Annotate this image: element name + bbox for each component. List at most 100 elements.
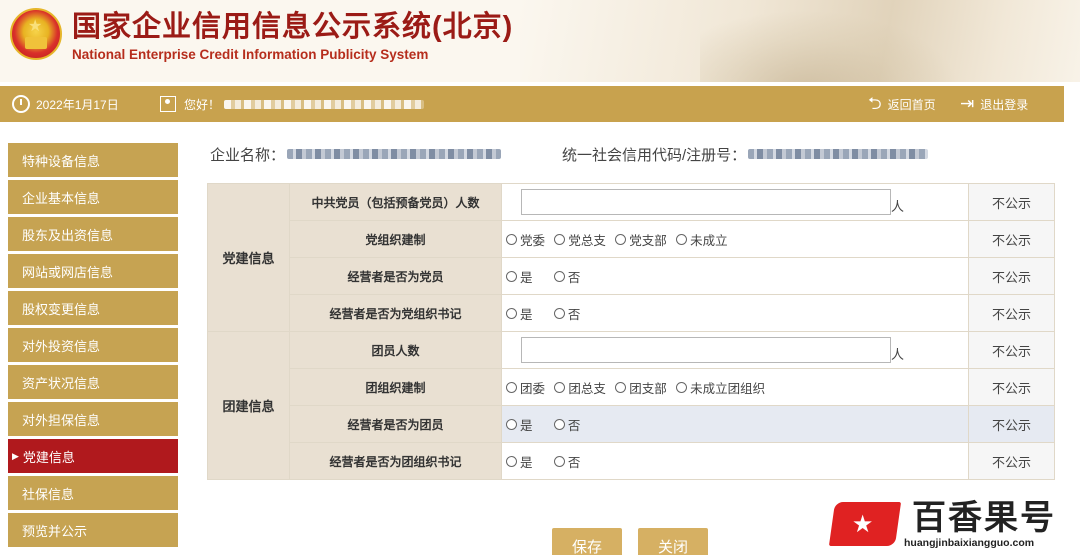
emblem-star-icon: ★ bbox=[28, 18, 43, 35]
radio-circle-icon bbox=[506, 307, 517, 319]
logout-link-label: 退出登录 bbox=[980, 97, 1029, 112]
radio-league-branch[interactable]: 团支部 bbox=[615, 378, 667, 397]
radio-circle-icon bbox=[553, 270, 565, 282]
radio-league-not-established[interactable]: 未成立团组织 bbox=[676, 378, 765, 397]
field-label: 经营者是否为团员 bbox=[289, 405, 502, 443]
save-button[interactable]: 保存 bbox=[552, 528, 622, 555]
field-value: 人 bbox=[501, 331, 969, 369]
publicity-status[interactable]: 不公示 bbox=[968, 220, 1055, 258]
field-label: 经营者是否为党组织书记 bbox=[289, 294, 502, 332]
radio-label: 是 bbox=[520, 307, 533, 322]
radio-league-committee[interactable]: 团委 bbox=[506, 378, 545, 397]
radio-circle-icon bbox=[506, 455, 517, 467]
field-label: 团组织建制 bbox=[289, 368, 502, 406]
radio-label: 否 bbox=[567, 455, 581, 470]
radio-label: 未成立团组织 bbox=[690, 381, 766, 396]
field-value: 人 bbox=[501, 183, 969, 221]
user-name-redacted bbox=[224, 99, 425, 109]
field-label: 经营者是否为团组织书记 bbox=[289, 442, 502, 480]
publicity-status[interactable]: 不公示 bbox=[968, 183, 1055, 221]
party-member-count-input[interactable] bbox=[521, 189, 891, 215]
radio-operator-league-secretary-yes[interactable]: 是 bbox=[506, 452, 533, 471]
league-member-count-input[interactable] bbox=[521, 337, 891, 363]
sidebar-item-assets[interactable]: 资产状况信息 bbox=[8, 365, 178, 399]
radio-label: 否 bbox=[567, 307, 581, 322]
field-label: 团员人数 bbox=[289, 331, 502, 369]
publicity-status[interactable]: 不公示 bbox=[968, 331, 1055, 369]
sidebar-item-label: 对外担保信息 bbox=[22, 412, 101, 428]
radio-label: 党总支 bbox=[568, 233, 606, 248]
watermark: ★ 百香果号 huangjinbaixiangguo.com bbox=[828, 498, 1072, 550]
publicity-status[interactable]: 不公示 bbox=[968, 368, 1055, 406]
radio-circle-icon bbox=[553, 307, 565, 319]
radio-party-general-branch[interactable]: 党总支 bbox=[554, 230, 606, 249]
sidebar-item-shareholders[interactable]: 股东及出资信息 bbox=[8, 217, 178, 251]
radio-operator-league-no[interactable]: 否 bbox=[553, 415, 580, 434]
radio-league-general-branch[interactable]: 团总支 bbox=[554, 378, 606, 397]
radio-operator-league-yes[interactable]: 是 bbox=[506, 415, 533, 434]
watermark-logo-icon: ★ bbox=[828, 502, 902, 546]
publicity-status[interactable]: 不公示 bbox=[968, 442, 1055, 480]
sidebar-item-special-equipment[interactable]: 特种设备信息 bbox=[8, 143, 178, 177]
user-icon bbox=[160, 96, 176, 112]
sidebar-item-guarantees[interactable]: 对外担保信息 bbox=[8, 402, 178, 436]
sidebar-item-label: 预览并公示 bbox=[22, 523, 88, 539]
form-row: 经营者是否为党组织书记 是 否 不公示 bbox=[208, 294, 1055, 332]
caret-right-icon: ▶ bbox=[12, 450, 19, 461]
header-mountain-shape bbox=[700, 10, 960, 82]
radio-party-not-established[interactable]: 未成立 bbox=[676, 230, 728, 249]
radio-circle-icon bbox=[615, 233, 627, 245]
radio-circle-icon bbox=[506, 418, 517, 430]
radio-party-committee[interactable]: 党委 bbox=[506, 230, 545, 249]
form-row: 团建信息 团员人数 人 不公示 bbox=[207, 331, 1055, 480]
radio-circle-icon bbox=[553, 418, 565, 430]
radio-operator-secretary-yes[interactable]: 是 bbox=[506, 304, 533, 323]
clock-icon bbox=[12, 95, 30, 113]
greeting-text: 您好！ bbox=[184, 97, 221, 112]
radio-label: 团委 bbox=[520, 381, 546, 396]
radio-label: 是 bbox=[520, 455, 533, 470]
sidebar-item-preview-publish[interactable]: 预览并公示 bbox=[8, 513, 178, 547]
home-link-label: 返回首页 bbox=[887, 97, 936, 112]
site-header: ★ 国家企业信用信息公示系统(北京) National Enterprise C… bbox=[0, 0, 1080, 82]
field-label: 党组织建制 bbox=[289, 220, 502, 258]
radio-circle-icon bbox=[506, 233, 517, 245]
info-bar: 2022年1月17日 您好！ ⮌ 返回首页 ⇥ 退出登录 bbox=[0, 86, 1064, 122]
unit-label: 人 bbox=[891, 199, 905, 214]
radio-operator-party-yes[interactable]: 是 bbox=[506, 267, 533, 286]
radio-operator-secretary-no[interactable]: 否 bbox=[553, 304, 581, 323]
unit-label: 人 bbox=[891, 347, 905, 362]
sidebar-item-websites[interactable]: 网站或网店信息 bbox=[8, 254, 178, 288]
company-name-redacted bbox=[287, 149, 502, 159]
sidebar-item-basic-info[interactable]: 企业基本信息 bbox=[8, 180, 178, 214]
radio-label: 团支部 bbox=[629, 381, 667, 396]
logout-link[interactable]: ⇥ 退出登录 bbox=[960, 86, 1028, 122]
sidebar-item-social-security[interactable]: 社保信息 bbox=[8, 476, 178, 510]
credit-code-redacted bbox=[748, 149, 929, 159]
radio-operator-party-no[interactable]: 否 bbox=[553, 267, 580, 286]
publicity-status[interactable]: 不公示 bbox=[968, 257, 1055, 295]
publicity-status[interactable]: 不公示 bbox=[968, 294, 1055, 332]
sidebar-item-party-building[interactable]: ▶ 党建信息 bbox=[8, 439, 178, 473]
company-name: 企业名称： bbox=[210, 144, 502, 164]
logout-icon: ⇥ bbox=[960, 94, 975, 113]
site-title-en: National Enterprise Credit Information P… bbox=[72, 47, 429, 62]
return-arrow-icon: ⮌ bbox=[868, 94, 882, 113]
sidebar-item-label: 特种设备信息 bbox=[22, 153, 101, 169]
radio-circle-icon bbox=[676, 381, 688, 393]
field-label: 经营者是否为党员 bbox=[289, 257, 502, 295]
sidebar-item-equity-changes[interactable]: 股权变更信息 bbox=[8, 291, 178, 325]
sidebar-item-label: 对外投资信息 bbox=[22, 338, 101, 354]
date-text: 2022年1月17日 bbox=[36, 97, 119, 112]
form-row: 经营者是否为团员 是 否 不公示 bbox=[208, 405, 1055, 443]
radio-operator-league-secretary-no[interactable]: 否 bbox=[553, 452, 581, 471]
radio-label: 团总支 bbox=[568, 381, 606, 396]
field-label: 中共党员（包括预备党员）人数 bbox=[289, 183, 502, 221]
home-link[interactable]: ⮌ 返回首页 bbox=[868, 86, 936, 122]
publicity-status[interactable]: 不公示 bbox=[968, 405, 1055, 443]
radio-label: 未成立 bbox=[690, 233, 728, 248]
radio-party-branch[interactable]: 党支部 bbox=[615, 230, 667, 249]
sidebar-item-investments[interactable]: 对外投资信息 bbox=[8, 328, 178, 362]
close-button[interactable]: 关闭 bbox=[638, 528, 708, 555]
party-building-form: 党建信息 中共党员（包括预备党员）人数 人 不公示 党组织建制 党委 党总支 党… bbox=[207, 183, 1055, 480]
